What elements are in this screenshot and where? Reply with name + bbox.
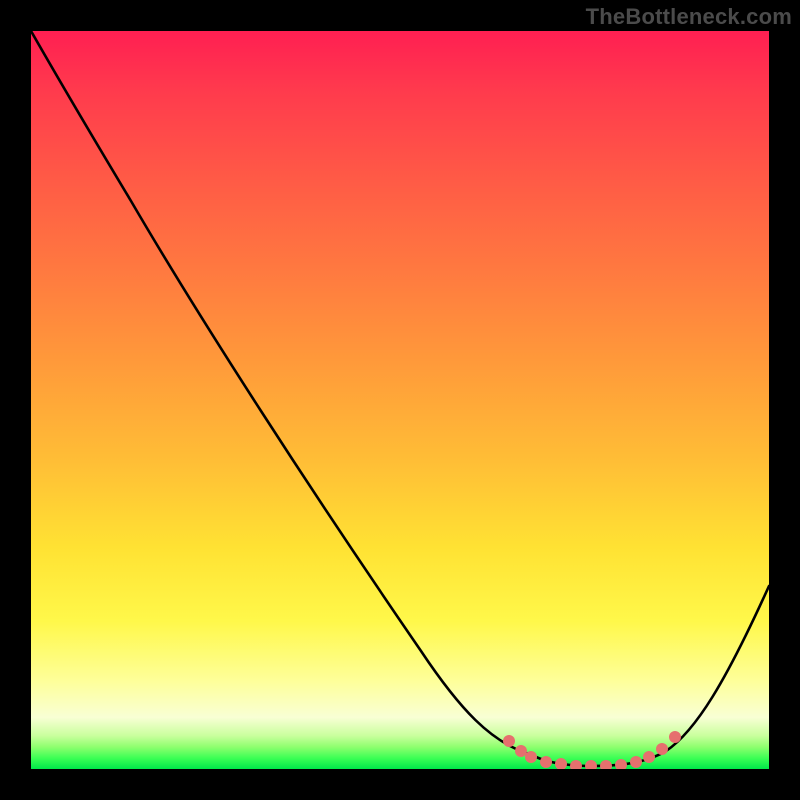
chart-container: TheBottleneck.com: [0, 0, 800, 800]
optimal-range-markers: [503, 731, 681, 769]
curve-overlay: [31, 31, 769, 769]
watermark-text: TheBottleneck.com: [586, 4, 792, 30]
bottleneck-curve: [31, 31, 769, 766]
plot-area: [31, 31, 769, 769]
